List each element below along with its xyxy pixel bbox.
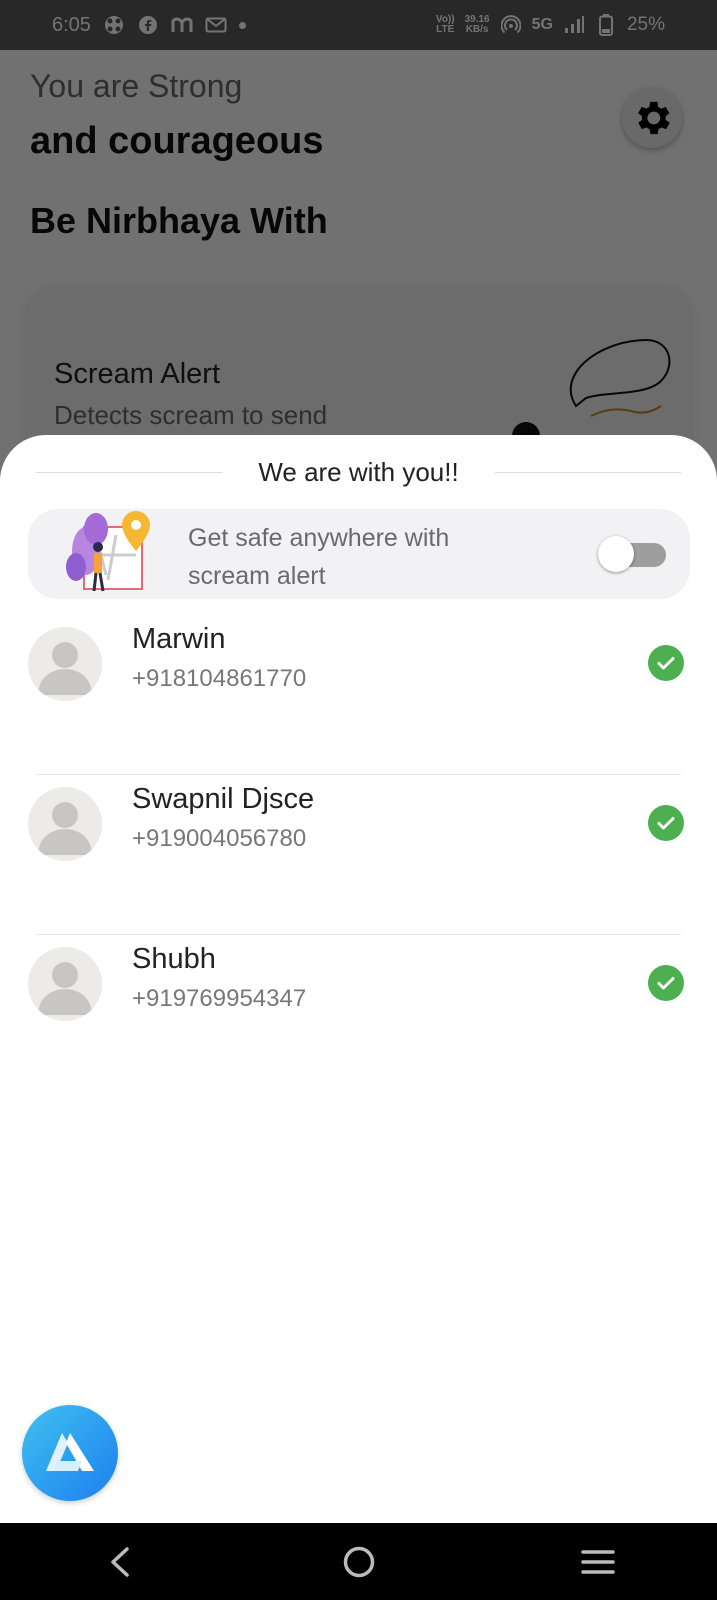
person-placeholder-icon: [38, 962, 92, 1015]
battery-icon: [595, 14, 617, 36]
menu-icon: [580, 1549, 615, 1574]
contact-phone: +919004056780: [132, 825, 307, 852]
gmail-icon: [205, 14, 227, 36]
scream-alert-toggle[interactable]: [598, 536, 666, 572]
contacts-bottom-sheet: We are with you!! Get safe anywhere with…: [0, 435, 717, 1525]
m-app-icon: [171, 14, 193, 36]
contact-name: Marwin: [132, 623, 226, 655]
gear-icon: [638, 101, 670, 135]
network-speed: 39.16 KB/s: [464, 14, 490, 35]
status-bar: 6:05 Vo)) LTE 39.16 KB/s 5G 25%: [0, 0, 717, 50]
contact-phone: +918104861770: [132, 665, 307, 692]
selected-check-icon[interactable]: [648, 805, 684, 841]
floating-app-button[interactable]: [22, 1405, 118, 1501]
greeting-line-1: You are Strong: [30, 68, 243, 104]
network-type: 5G: [531, 16, 553, 33]
map-location-illustration-icon: [66, 511, 150, 592]
person-placeholder-icon: [38, 642, 92, 695]
contact-row[interactable]: Shubh +919769954347: [0, 935, 717, 1095]
feature-card-title: Scream Alert: [54, 358, 220, 390]
back-button[interactable]: [90, 1537, 150, 1587]
battery-percent: 25%: [626, 14, 665, 35]
divider: [36, 472, 223, 473]
contact-row[interactable]: Swapnil Djsce +919004056780: [0, 775, 717, 935]
contact-row[interactable]: Marwin +918104861770: [0, 615, 717, 775]
circle-home-icon: [343, 1546, 374, 1577]
app-grid-icon: [103, 14, 125, 36]
sheet-header: We are with you!!: [36, 457, 682, 488]
avatar: [28, 947, 102, 1021]
status-time: 6:05: [52, 13, 91, 36]
greeting-line-2: and courageous: [30, 120, 324, 162]
divider: [494, 472, 682, 473]
contact-name: Swapnil Djsce: [132, 783, 315, 815]
promo-text: Get safe anywhere with scream alert: [188, 524, 450, 590]
toggle-thumb: [598, 536, 634, 572]
contact-name: Shubh: [132, 943, 216, 975]
app-logo-icon: [46, 1433, 94, 1471]
selected-check-icon[interactable]: [648, 645, 684, 681]
recents-button[interactable]: [568, 1537, 628, 1587]
chevron-left-icon: [110, 1546, 129, 1577]
settings-button[interactable]: [622, 88, 682, 148]
facebook-icon: [137, 14, 159, 36]
avatar: [28, 627, 102, 701]
home-button[interactable]: [329, 1537, 389, 1587]
scream-illustration-icon: [512, 338, 671, 446]
system-navigation-bar: [0, 1523, 717, 1600]
contact-phone: +919769954347: [132, 985, 307, 1012]
person-placeholder-icon: [38, 802, 92, 855]
selected-check-icon[interactable]: [648, 965, 684, 1001]
scream-alert-promo-card: Get safe anywhere with scream alert: [28, 509, 690, 599]
signal-icon: [563, 14, 585, 36]
feature-card-description: Detects scream to send: [54, 400, 328, 430]
contact-list: Marwin +918104861770 Swapnil Djsce +9190…: [0, 615, 717, 1095]
volte-indicator: Vo)) LTE: [435, 14, 455, 35]
section-title: Be Nirbhaya With: [30, 200, 328, 241]
hotspot-icon: [500, 14, 522, 36]
notification-dot-icon: [238, 21, 246, 29]
avatar: [28, 787, 102, 861]
sheet-title: We are with you!!: [258, 457, 459, 487]
